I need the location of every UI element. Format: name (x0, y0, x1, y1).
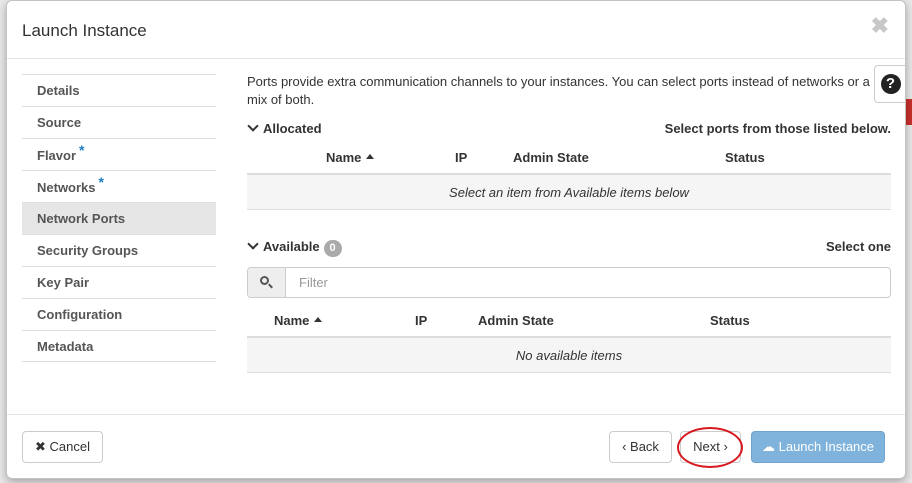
nav-item-details[interactable]: Details (22, 74, 216, 106)
close-icon[interactable]: ✖ (871, 15, 889, 37)
column-name[interactable]: Name (326, 150, 375, 165)
nav-item-label: Metadata (37, 339, 94, 354)
allocated-empty-row: Select an item from Available items belo… (247, 175, 891, 210)
available-toggle[interactable]: Available 0 (247, 238, 342, 257)
nav-item-networks[interactable]: Networks * (22, 170, 216, 202)
next-button[interactable]: Next › (680, 431, 741, 463)
modal-header: Launch Instance ✖ (7, 1, 905, 59)
chevron-down-icon (247, 238, 259, 250)
chevron-down-icon (247, 120, 259, 132)
allocated-toggle[interactable]: Allocated (247, 120, 322, 136)
available-header: Available 0 Select one (247, 238, 891, 259)
nav-item-configuration[interactable]: Configuration (22, 298, 216, 330)
modal-footer: ✖ Cancel ‹ Back Next › ☁ Launch Instance (7, 414, 905, 478)
launch-instance-button[interactable]: ☁ Launch Instance (751, 431, 885, 463)
search-icon (260, 276, 273, 289)
nav-item-label: Security Groups (37, 243, 139, 258)
available-hint: Select one (825, 239, 891, 254)
step-description: Ports provide extra communication channe… (247, 74, 870, 107)
sort-asc-icon (314, 317, 323, 322)
allocated-title: Allocated (263, 121, 322, 136)
available-count-badge: 0 (323, 240, 342, 257)
cancel-button[interactable]: ✖ Cancel (22, 431, 103, 463)
column-status[interactable]: Status (725, 150, 765, 165)
column-ip[interactable]: IP (455, 150, 467, 165)
allocated-header: Allocated Select ports from those listed… (247, 120, 891, 141)
filter-group (247, 267, 891, 298)
nav-item-label: Source (37, 115, 82, 130)
column-name-label: Name (326, 150, 362, 165)
allocated-hint: Select ports from those listed below. (664, 121, 891, 136)
launch-instance-modal: Launch Instance ✖ Details Source Flavor *… (6, 0, 906, 479)
nav-item-label: Configuration (37, 307, 123, 322)
wizard-nav: Details Source Flavor * Networks * Network… (22, 74, 216, 362)
modal-title: Launch Instance (22, 21, 147, 40)
cloud-upload-icon: ☁ (761, 439, 779, 454)
nav-item-flavor[interactable]: Flavor * (22, 138, 216, 170)
nav-item-key-pair[interactable]: Key Pair (22, 266, 216, 298)
nav-item-metadata[interactable]: Metadata (22, 330, 216, 362)
nav-item-label: Flavor (37, 148, 77, 163)
launch-label: Launch Instance (778, 439, 875, 454)
required-icon: * (79, 142, 85, 158)
nav-item-source[interactable]: Source (22, 106, 216, 138)
column-admin-state[interactable]: Admin State (513, 150, 589, 165)
nav-item-label: Key Pair (37, 275, 90, 290)
allocated-table-header: Name IP Admin State Status (247, 141, 891, 175)
column-name-label: Name (274, 313, 310, 328)
required-icon: * (98, 174, 104, 190)
available-title: Available (263, 239, 320, 254)
available-table-header: Name IP Admin State Status (247, 304, 891, 338)
nav-item-label: Network Ports (37, 211, 126, 226)
column-ip[interactable]: IP (415, 313, 427, 328)
column-name[interactable]: Name (274, 313, 323, 328)
filter-input[interactable] (287, 268, 887, 297)
back-button[interactable]: ‹ Back (609, 431, 672, 463)
available-empty-row: No available items (247, 338, 891, 373)
network-ports-panel: Ports provide extra communication channe… (247, 73, 891, 373)
nav-item-security-groups[interactable]: Security Groups (22, 234, 216, 266)
nav-item-network-ports[interactable]: Network Ports (22, 202, 216, 234)
column-admin-state[interactable]: Admin State (478, 313, 554, 328)
sort-asc-icon (366, 154, 375, 159)
search-addon (248, 268, 286, 297)
nav-item-label: Networks (37, 180, 96, 195)
background-button-edge (906, 99, 912, 125)
nav-item-label: Details (37, 83, 80, 98)
column-status[interactable]: Status (710, 313, 750, 328)
